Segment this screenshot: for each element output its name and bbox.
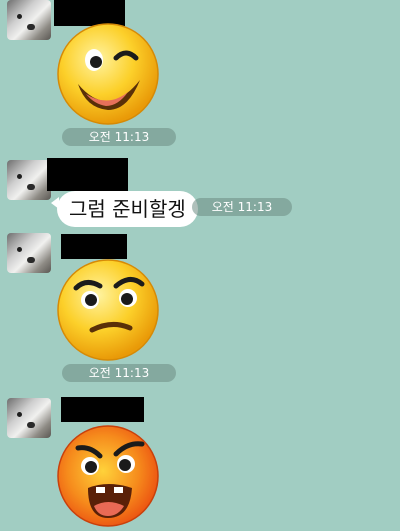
avatar-nose bbox=[27, 422, 35, 428]
message-timestamp: 오전 11:13 bbox=[62, 364, 176, 382]
avatar[interactable] bbox=[7, 233, 51, 273]
redacted-sender-name bbox=[47, 158, 128, 191]
redacted-sender-name bbox=[61, 397, 144, 422]
message-timestamp: 오전 11:13 bbox=[192, 198, 292, 216]
annoyed-face-emoticon[interactable] bbox=[56, 258, 160, 362]
angry-shouting-face-emoticon[interactable] bbox=[56, 424, 160, 527]
avatar-eye bbox=[17, 174, 22, 179]
avatar[interactable] bbox=[7, 160, 51, 200]
angry-face-icon bbox=[57, 425, 159, 527]
avatar-nose bbox=[27, 24, 35, 30]
avatar[interactable] bbox=[7, 0, 51, 40]
message-timestamp: 오전 11:13 bbox=[62, 128, 176, 146]
avatar-eye bbox=[17, 247, 22, 252]
avatar-eye bbox=[17, 14, 22, 19]
winking-face-emoticon[interactable] bbox=[56, 22, 160, 126]
winking-face-icon bbox=[57, 23, 159, 125]
annoyed-face-icon bbox=[57, 259, 159, 361]
avatar-nose bbox=[27, 257, 35, 263]
avatar[interactable] bbox=[7, 398, 51, 438]
redacted-sender-name bbox=[61, 234, 127, 259]
avatar-eye bbox=[17, 412, 22, 417]
message-bubble[interactable]: 그럼 준비할겡 bbox=[51, 191, 198, 227]
avatar-nose bbox=[27, 184, 35, 190]
